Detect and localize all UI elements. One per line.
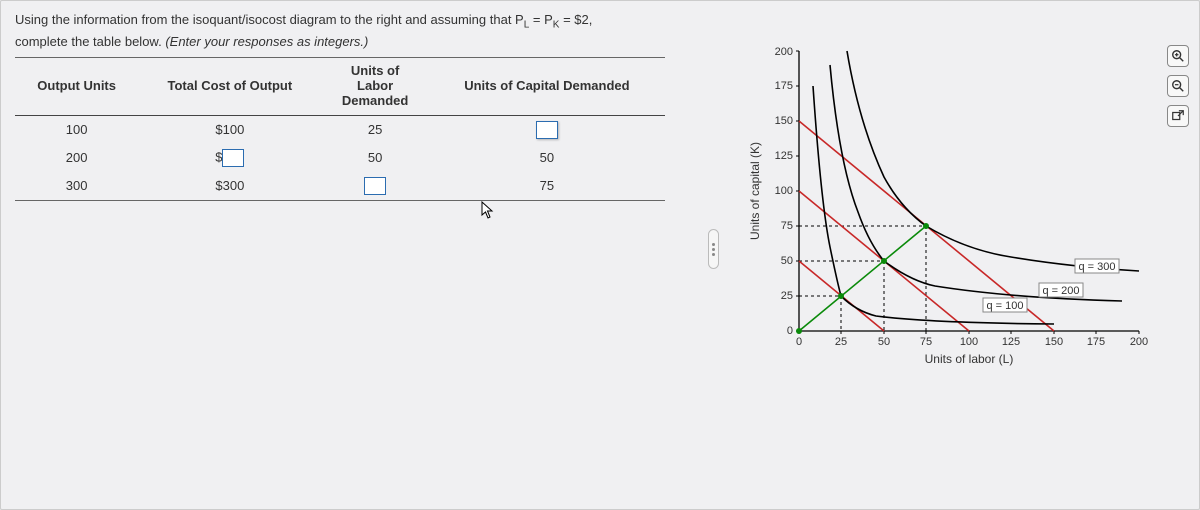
cell-cost: $300 [138,172,321,201]
zoom-out-button[interactable] [1167,75,1189,97]
table-row: 100 $100 25 [15,115,665,144]
cell-labor [321,172,428,201]
ytick: 125 [775,150,793,162]
xtick: 100 [960,336,978,348]
capital-input-row1[interactable] [536,121,558,139]
panel-divider[interactable] [703,59,723,439]
question-card: Using the information from the isoquant/… [0,0,1200,510]
xtick: 75 [920,336,932,348]
ytick: 75 [781,220,793,232]
expansion-path [799,226,926,331]
dollar-prefix: $ [215,149,222,164]
cell-output: 200 [15,144,138,172]
drag-handle-icon [708,229,719,269]
cursor-icon [481,201,497,224]
popout-button[interactable] [1167,105,1189,127]
popout-icon [1171,109,1185,123]
tangency-point-100 [838,293,844,299]
table-header-row: Output Units Total Cost of Output Units … [15,57,665,115]
chart-toolbar [1167,45,1189,127]
isoquant-300 [847,51,1139,271]
xtick: 175 [1087,336,1105,348]
ytick: 175 [775,80,793,92]
xtick: 0 [796,336,802,348]
ytick: 25 [781,290,793,302]
cell-output: 100 [15,115,138,144]
label-q300: q = 300 [1078,261,1115,273]
ytick: 200 [775,46,793,58]
cell-labor: 25 [321,115,428,144]
ytick: 0 [787,325,793,337]
cost-input-row2[interactable] [222,149,244,167]
cell-labor: 50 [321,144,428,172]
col-output: Output Units [15,57,138,115]
col-labor-l3: Demanded [342,93,408,108]
answer-table: Output Units Total Cost of Output Units … [15,57,665,201]
ytick: 150 [775,115,793,127]
prompt-line1b: = P [529,12,553,27]
xtick: 200 [1130,336,1148,348]
cell-output: 300 [15,172,138,201]
col-labor: Units of Labor Demanded [321,57,428,115]
labor-input-row3[interactable] [364,177,386,195]
prompt-line1c: = $2, [559,12,592,27]
cell-cost: $100 [138,115,321,144]
prompt-line1a: Using the information from the isoquant/… [15,12,524,27]
table-row: 200 $ 50 50 [15,144,665,172]
tangency-point-200 [881,258,887,264]
col-labor-l1: Units of [351,63,399,78]
y-axis-title: Units of capital (K) [748,142,762,240]
tangency-point-300 [923,223,929,229]
col-labor-l2: Labor [357,78,393,93]
xtick: 150 [1045,336,1063,348]
cell-capital: 50 [429,144,665,172]
prompt-line2em: (Enter your responses as integers.) [165,34,368,49]
cell-capital: 75 [429,172,665,201]
prompt-line2a: complete the table below. [15,34,165,49]
zoom-in-button[interactable] [1167,45,1189,67]
ytick: 100 [775,185,793,197]
zoom-in-icon [1171,49,1185,63]
xtick: 125 [1002,336,1020,348]
col-cost: Total Cost of Output [138,57,321,115]
cell-cost: $ [138,144,321,172]
label-q200: q = 200 [1042,285,1079,297]
col-capital: Units of Capital Demanded [429,57,665,115]
cell-capital [429,115,665,144]
x-axis-title: Units of labor (L) [925,352,1014,366]
isoquant-100 [813,86,1054,324]
origin-point [796,328,802,334]
table-row: 300 $300 75 [15,172,665,201]
zoom-out-icon [1171,79,1185,93]
xtick: 50 [878,336,890,348]
ytick: 50 [781,255,793,267]
xtick: 25 [835,336,847,348]
isoquant-chart: 0 25 50 75 100 125 150 175 200 [741,43,1171,373]
label-q100: q = 100 [986,300,1023,312]
